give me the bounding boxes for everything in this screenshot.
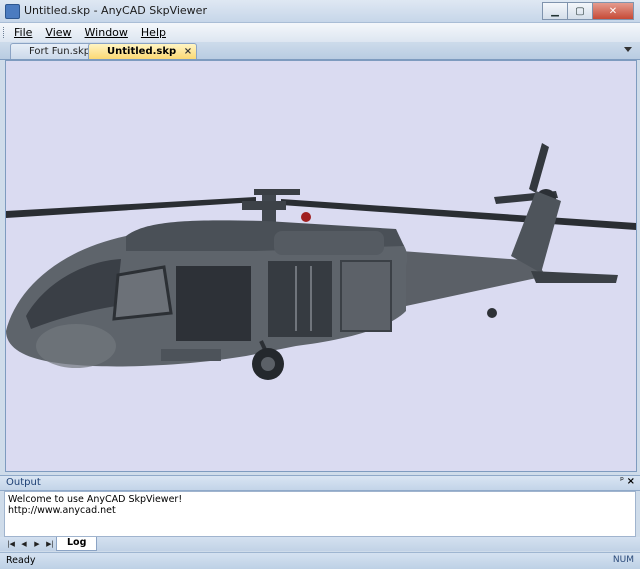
window-controls: ▁ ▢ ✕: [542, 2, 634, 20]
first-page-icon[interactable]: |◀: [6, 539, 16, 549]
3d-viewport[interactable]: [5, 60, 637, 472]
tab-untitled[interactable]: Untitled.skp ×: [88, 43, 198, 59]
window-title: Untitled.skp - AnyCAD SkpViewer: [24, 4, 207, 17]
pin-icon[interactable]: ᵖ: [620, 476, 624, 486]
helicopter-model: [6, 143, 636, 380]
num-lock-indicator: NUM: [612, 555, 634, 565]
tab-close-icon[interactable]: ×: [184, 44, 192, 59]
tab-fort-fun[interactable]: Fort Fun.skp: [10, 43, 100, 59]
output-line: http://www.anycad.net: [8, 505, 116, 516]
title-bar: Untitled.skp - AnyCAD SkpViewer ▁ ▢ ✕: [0, 0, 640, 23]
tab-label: Untitled.skp: [107, 46, 177, 57]
output-pane-title: Output: [6, 477, 41, 488]
output-pane-header: Output ᵖ ×: [0, 475, 640, 491]
chevron-down-icon[interactable]: [624, 47, 632, 52]
maximize-button[interactable]: ▢: [567, 2, 593, 20]
output-close-icon[interactable]: ×: [627, 476, 635, 487]
minimize-button[interactable]: ▁: [542, 2, 568, 20]
toolbar-grip-icon[interactable]: [3, 27, 7, 38]
last-page-icon[interactable]: ▶|: [45, 539, 55, 549]
status-bar: Ready NUM: [0, 552, 640, 569]
menu-help[interactable]: Help: [141, 26, 166, 39]
close-button[interactable]: ✕: [592, 2, 634, 20]
menu-view[interactable]: View: [45, 26, 71, 39]
menu-file[interactable]: File: [14, 26, 32, 39]
output-text-area[interactable]: Welcome to use AnyCAD SkpViewer! http://…: [4, 491, 636, 537]
output-line: Welcome to use AnyCAD SkpViewer!: [8, 494, 183, 505]
menu-bar: File View Window Help: [0, 23, 640, 43]
document-tab-strip: Fort Fun.skp Untitled.skp ×: [0, 42, 640, 60]
app-icon[interactable]: [5, 4, 20, 19]
log-tab-bar: |◀ ◀ ▶ ▶| Log: [0, 537, 640, 551]
prev-page-icon[interactable]: ◀: [19, 539, 29, 549]
next-page-icon[interactable]: ▶: [32, 539, 42, 549]
status-text: Ready: [6, 555, 36, 566]
menu-window[interactable]: Window: [85, 26, 128, 39]
tab-log[interactable]: Log: [56, 537, 98, 551]
tab-label: Fort Fun.skp: [29, 46, 91, 57]
